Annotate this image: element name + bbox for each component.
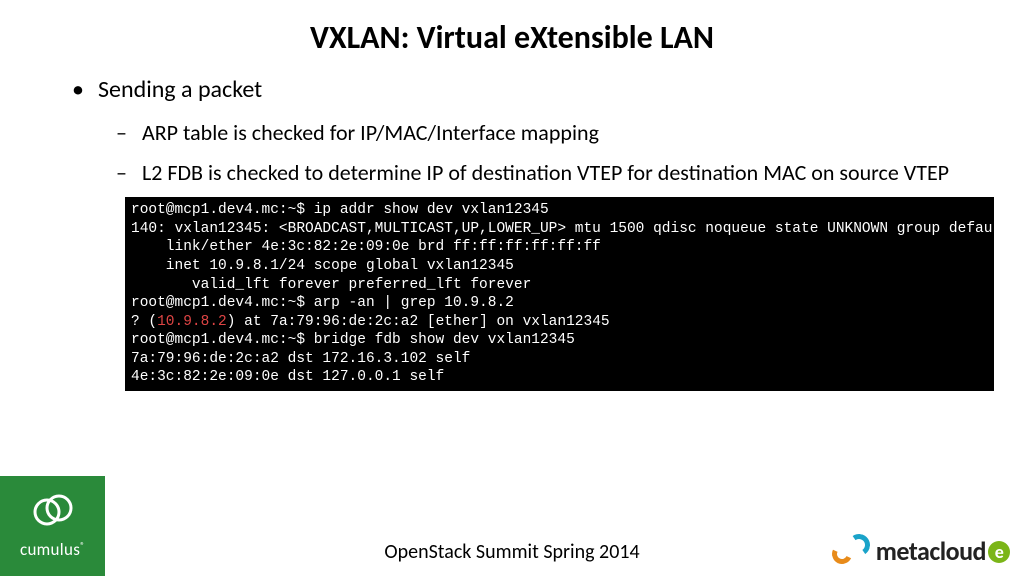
terminal-output: root@mcp1.dev4.mc:~$ ip addr show dev vx… — [125, 197, 994, 390]
bullet-sending-packet: Sending a packet — [98, 75, 964, 104]
bullet-l2-fdb: L2 FDB is checked to determine IP of des… — [142, 158, 964, 188]
term-line: root@mcp1.dev4.mc:~$ bridge fdb show dev… — [131, 332, 575, 348]
term-line: inet 10.9.8.1/24 scope global vxlan12345 — [131, 258, 514, 274]
metacloud-brand-text: metacloude — [876, 535, 1010, 567]
bullet-arp-table: ARP table is checked for IP/MAC/Interfac… — [142, 118, 964, 148]
term-line: root@mcp1.dev4.mc:~$ ip addr show dev vx… — [131, 202, 549, 218]
slide-body: Sending a packet ARP table is checked fo… — [0, 57, 1024, 187]
metacloud-logo: metacloude — [830, 532, 1010, 570]
slide-title: VXLAN: Virtual eXtensible LAN — [0, 0, 1024, 57]
term-ip-highlight: 10.9.8.2 — [157, 314, 227, 330]
term-line: root@mcp1.dev4.mc:~$ arp -an | grep 10.9… — [131, 295, 514, 311]
term-line: 7a:79:96:de:2c:a2 dst 172.16.3.102 self — [131, 351, 470, 367]
metacloud-icon — [830, 532, 876, 570]
cumulus-logo: cumulus® — [0, 476, 105, 576]
term-line: ) at 7a:79:96:de:2c:a2 [ether] on vxlan1… — [227, 314, 610, 330]
term-line: ? ( — [131, 314, 157, 330]
term-line: valid_lft forever preferred_lft forever — [131, 277, 531, 293]
cumulus-brand-text: cumulus® — [0, 539, 105, 560]
term-line: 140: vxlan12345: <BROADCAST,MULTICAST,UP… — [131, 221, 994, 237]
term-line: 4e:3c:82:2e:09:0e dst 127.0.0.1 self — [131, 369, 444, 385]
cumulus-icon — [31, 490, 75, 530]
term-line: link/ether 4e:3c:82:2e:09:0e brd ff:ff:f… — [131, 239, 601, 255]
